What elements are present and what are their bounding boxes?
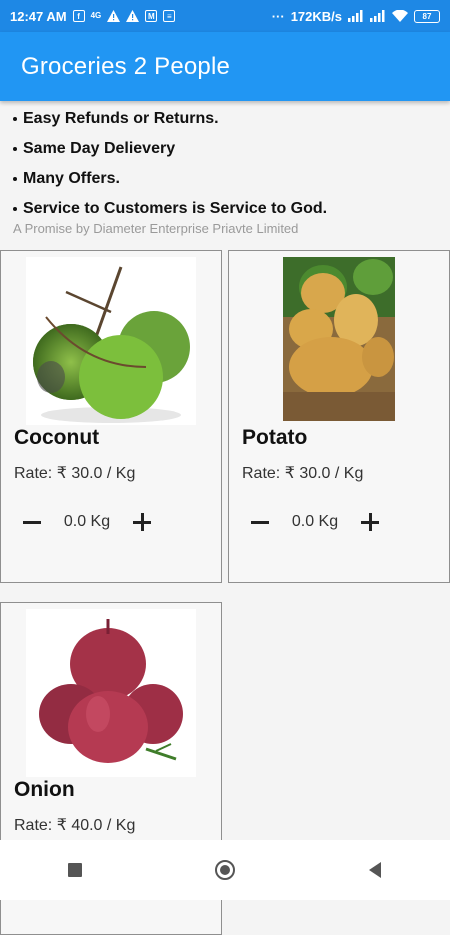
- wifi-icon: [392, 10, 408, 22]
- quantity-stepper: 0.0 Kg: [21, 511, 153, 533]
- bullet-icon: [13, 147, 17, 151]
- promise-item: Many Offers.: [13, 164, 443, 194]
- promise-list: Easy Refunds or Returns. Same Day Deliev…: [13, 104, 443, 236]
- signal-icon: [370, 10, 386, 22]
- plus-icon[interactable]: [131, 511, 153, 533]
- message-icon: ≡: [163, 10, 176, 22]
- plus-icon[interactable]: [359, 511, 381, 533]
- product-name: Potato: [242, 426, 308, 449]
- product-image-wrapper: [1, 257, 221, 425]
- status-time: 12:47 AM: [10, 8, 67, 24]
- product-rate: Rate: ₹ 30.0 / Kg: [14, 465, 136, 482]
- gmail-icon: M: [145, 10, 158, 22]
- bullet-icon: [13, 117, 17, 121]
- page-title: Groceries 2 People: [21, 52, 231, 80]
- quantity-stepper: 0.0 Kg: [249, 511, 381, 533]
- promise-text: Same Day Delievery: [23, 140, 176, 157]
- more-dots-icon: ···: [271, 8, 285, 24]
- promise-text: Easy Refunds or Returns.: [23, 110, 219, 127]
- bullet-icon: [13, 207, 17, 211]
- signal-icon: [348, 10, 364, 22]
- coconut-image: [26, 257, 196, 425]
- product-card-potato[interactable]: Potato Rate: ₹ 30.0 / Kg 0.0 Kg: [228, 250, 450, 583]
- battery-icon: 87: [414, 9, 440, 23]
- potato-image: [283, 257, 395, 421]
- product-image-wrapper: [229, 257, 449, 425]
- minus-icon[interactable]: [249, 511, 271, 533]
- back-triangle-icon[interactable]: [355, 850, 395, 890]
- product-card-coconut[interactable]: Coconut Rate: ₹ 30.0 / Kg 0.0 Kg: [0, 250, 222, 583]
- recents-square-icon[interactable]: [55, 850, 95, 890]
- quantity-value: 0.0 Kg: [63, 513, 111, 530]
- status-bar: 12:47 AM f 4G M ≡ ··· 172KB/s 87: [0, 0, 450, 32]
- promise-item: Service to Customers is Service to God.: [13, 194, 443, 224]
- warning-icon: [107, 10, 121, 22]
- network-speed: 172KB/s: [290, 8, 342, 24]
- promise-item: Same Day Delievery: [13, 134, 443, 164]
- company-note: A Promise by Diameter Enterprise Priavte…: [13, 221, 299, 236]
- quantity-value: 0.0 Kg: [291, 513, 339, 530]
- home-circle-icon[interactable]: [205, 850, 245, 890]
- promise-text: Many Offers.: [23, 170, 120, 187]
- promise-item: Easy Refunds or Returns.: [13, 104, 443, 134]
- product-rate: Rate: ₹ 30.0 / Kg: [242, 465, 364, 482]
- onion-image: [26, 609, 196, 777]
- warning-icon: [126, 10, 140, 22]
- product-name: Onion: [14, 778, 75, 801]
- product-rate: Rate: ₹ 40.0 / Kg: [14, 817, 136, 834]
- bullet-icon: [13, 177, 17, 181]
- app-bar: Groceries 2 People: [0, 32, 450, 101]
- minus-icon[interactable]: [21, 511, 43, 533]
- product-image-wrapper: [1, 609, 221, 777]
- data-4g-icon: 4G: [90, 11, 102, 20]
- system-nav-bar: [0, 840, 450, 900]
- product-name: Coconut: [14, 426, 100, 449]
- facebook-icon: f: [72, 10, 85, 22]
- battery-level: 87: [422, 11, 432, 21]
- promise-text: Service to Customers is Service to God.: [23, 200, 328, 217]
